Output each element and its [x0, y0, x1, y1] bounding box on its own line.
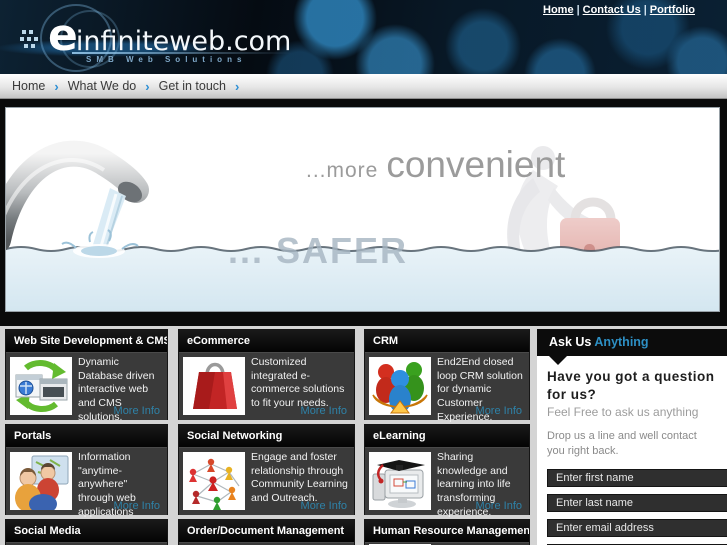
more-info-link[interactable]: More Info [301, 500, 347, 512]
card-elearning: eLearning Sharing knowledge and learning… [364, 424, 530, 518]
graduation-monitor-icon [369, 452, 431, 510]
card-crm: CRM End2End closed loop CRM solution for… [364, 329, 530, 423]
crm-people-icon [369, 357, 431, 415]
hero-banner: ...more convenient ... SAFER [5, 107, 720, 312]
hero-caption-safer: ... SAFER [228, 230, 409, 271]
card-body: Information "anytime-anywhere" through w… [6, 447, 167, 531]
card-description: Engage and foster relationship through C… [251, 451, 348, 504]
ask-us-sidebar: Ask Us Anything Have you got a question … [537, 329, 727, 545]
more-info-link[interactable]: More Info [476, 405, 522, 417]
ask-us-heading: Have you got a question for us? [547, 369, 715, 402]
card-portals: Portals Information "anytime-anywhere" t… [5, 424, 168, 531]
site-header: einfiniteweb.com SMB Web Solutions Home |… [0, 0, 727, 74]
ask-us-form [547, 468, 727, 545]
card-title: Social Media [6, 520, 167, 542]
more-info-link[interactable]: More Info [114, 500, 160, 512]
card-body: Customized integrated e-commerce solutio… [179, 352, 354, 420]
topbar-link-contact-us[interactable]: Contact Us [583, 4, 641, 16]
card-title: eLearning [365, 425, 529, 447]
hero-caption-convenient: ...more convenient [306, 144, 565, 186]
card-title: Portals [6, 425, 167, 447]
cms-sync-icon [10, 357, 72, 415]
card-human-resource-management: Human Resource Management [364, 519, 530, 545]
page: einfiniteweb.com SMB Web Solutions Home |… [0, 0, 727, 545]
shopping-bag-icon [183, 357, 245, 415]
topbar-separator: | [643, 4, 647, 16]
topbar-link-portfolio[interactable]: Portfolio [650, 4, 695, 16]
card-order-document-management: Order/Document Management [178, 519, 355, 545]
ask-us-content: Have you got a question for us? Feel Fre… [537, 356, 727, 545]
faucet-graphic [6, 140, 149, 258]
logo-underline [72, 52, 292, 54]
main-navbar: Home › What We do › Get in touch › [0, 74, 727, 99]
speech-pointer-decoration [549, 356, 567, 365]
hero-caption-more-text: ...more [306, 159, 379, 182]
card-ecommerce: eCommerce Customized integrated e-commer… [178, 329, 355, 420]
first-name-input[interactable] [547, 468, 727, 487]
network-people-icon [183, 452, 245, 510]
email-address-input[interactable] [547, 518, 727, 537]
card-title: Human Resource Management [365, 520, 529, 542]
card-social-networking: Social Networking Engage and foster rela… [178, 424, 355, 515]
card-title: Order/Document Management [179, 520, 354, 542]
card-title: CRM [365, 330, 529, 352]
portal-people-icon [10, 452, 72, 510]
logo-dots-icon [20, 30, 38, 48]
card-title: Web Site Development & CMS [6, 330, 167, 352]
last-name-input[interactable] [547, 493, 727, 512]
card-web-site-development-cms: Web Site Development & CMS Dynamic Datab… [5, 329, 168, 423]
topbar-separator: | [576, 4, 580, 16]
ask-us-header-accent: Anything [594, 335, 649, 349]
hero-water-illustration [6, 140, 719, 311]
card-body: Sharing knowledge and learning into life… [365, 447, 529, 518]
card-title: Social Networking [179, 425, 354, 447]
card-description: Customized integrated e-commerce solutio… [251, 356, 345, 409]
ask-us-subheading: Feel Free to ask us anything [547, 405, 699, 420]
topbar-links: Home | Contact Us | Portfolio [543, 4, 695, 16]
nav-item-get-in-touch[interactable]: Get in touch [159, 79, 226, 93]
card-social-media: Social Media [5, 519, 168, 545]
chevron-right-icon: › [235, 78, 240, 94]
ask-us-header-white: Ask Us [549, 335, 592, 349]
logo-tagline: SMB Web Solutions [86, 55, 247, 64]
more-info-link[interactable]: More Info [301, 405, 347, 417]
card-body: End2End closed loop CRM solution for dyn… [365, 352, 529, 423]
ask-us-body-text: Drop us a line and well contact you righ… [547, 430, 697, 457]
ask-us-header: Ask Us Anything [537, 329, 727, 356]
hero-band: ...more convenient ... SAFER [0, 99, 727, 326]
nav-item-home[interactable]: Home [12, 79, 45, 93]
card-body: Dynamic Database driven interactive web … [6, 352, 167, 423]
card-title: eCommerce [179, 330, 354, 352]
hero-caption-convenient-text: convenient [386, 144, 566, 185]
chevron-right-icon: › [145, 78, 150, 94]
more-info-link[interactable]: More Info [476, 500, 522, 512]
card-body: Engage and foster relationship through C… [179, 447, 354, 515]
topbar-link-home[interactable]: Home [543, 4, 574, 16]
more-info-link[interactable]: More Info [114, 405, 160, 417]
nav-item-what-we-do[interactable]: What We do [68, 79, 137, 93]
chevron-right-icon: › [54, 78, 59, 94]
